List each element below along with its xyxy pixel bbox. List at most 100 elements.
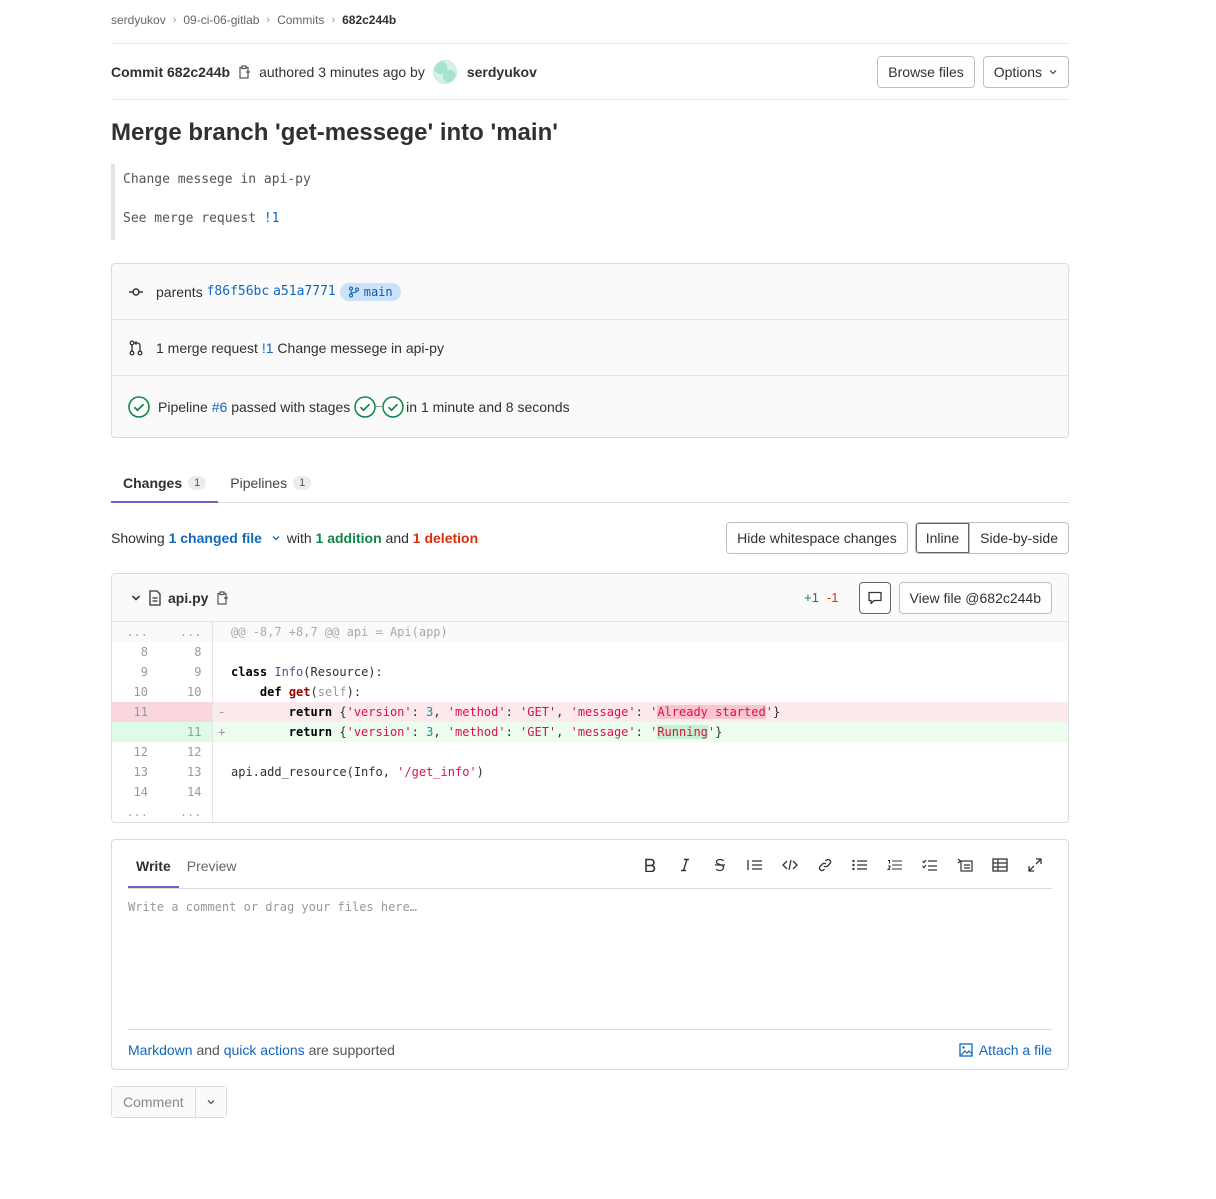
- line-number-old[interactable]: 9: [112, 662, 162, 682]
- browse-files-button[interactable]: Browse files: [877, 55, 975, 88]
- branch-name: main: [363, 284, 393, 299]
- toggle-comments-button[interactable]: [858, 581, 891, 614]
- line-number-new[interactable]: 8: [162, 642, 213, 662]
- comment-textarea[interactable]: [128, 889, 1052, 1029]
- quote-icon[interactable]: [737, 856, 772, 874]
- copy-icon[interactable]: [217, 590, 229, 605]
- tab-count: 1: [293, 476, 312, 490]
- line-number-old[interactable]: 10: [112, 682, 162, 702]
- line-number-old[interactable]: 13: [112, 762, 162, 782]
- line-number-new[interactable]: 14: [162, 782, 213, 802]
- changed-files-label: 1 changed file: [168, 530, 262, 546]
- and-text: and: [385, 530, 409, 546]
- diff-line: 10 10 def get(self):: [112, 682, 1068, 702]
- bold-icon[interactable]: [632, 856, 667, 874]
- table-icon[interactable]: [982, 856, 1017, 874]
- and-text: and: [196, 1041, 220, 1058]
- line-number-new[interactable]: 12: [162, 742, 213, 762]
- collapsible-section-icon[interactable]: [947, 856, 982, 874]
- tab-changes[interactable]: Changes 1: [111, 463, 218, 503]
- line-number-old[interactable]: 11: [112, 702, 162, 722]
- view-file-button[interactable]: View file @682c244b: [898, 581, 1052, 614]
- hide-whitespace-button[interactable]: Hide whitespace changes: [726, 522, 908, 554]
- line-number-old[interactable]: 8: [112, 642, 162, 662]
- line-number-new[interactable]: 9: [162, 662, 213, 682]
- line-number-new[interactable]: 13: [162, 762, 213, 782]
- task-list-icon[interactable]: [912, 856, 947, 874]
- breadcrumb-project[interactable]: 09-ci-06-gitlab: [183, 13, 259, 27]
- line-number-new[interactable]: 11: [162, 722, 213, 742]
- fullscreen-icon[interactable]: [1017, 856, 1052, 874]
- markdown-link[interactable]: Markdown: [128, 1042, 193, 1058]
- with-text: with: [286, 530, 312, 546]
- stage-success-icon[interactable]: [354, 395, 376, 418]
- comment-split-button: Comment: [111, 1086, 227, 1118]
- line-number-new[interactable]: 10: [162, 682, 213, 702]
- line-number-old[interactable]: 14: [112, 782, 162, 802]
- strikethrough-icon[interactable]: [702, 856, 737, 874]
- attach-file-button[interactable]: Attach a file: [959, 1042, 1052, 1058]
- removed-marker: -: [212, 702, 231, 722]
- inline-view-button[interactable]: Inline: [914, 522, 971, 554]
- breadcrumb-commits[interactable]: Commits: [277, 13, 324, 27]
- side-by-side-button[interactable]: Side-by-side: [970, 522, 1069, 554]
- commit-icon: [129, 287, 143, 296]
- diff-line: 8 8: [112, 642, 1068, 662]
- numbered-list-icon[interactable]: [877, 856, 912, 874]
- tab-preview[interactable]: Preview: [179, 858, 245, 888]
- tab-label: Changes: [123, 475, 183, 491]
- commit-title: Merge branch 'get-messege' into 'main': [111, 119, 558, 146]
- lines-removed: -1: [826, 590, 839, 605]
- authored-text: authored 3 minutes ago by: [259, 63, 425, 80]
- link-icon[interactable]: [807, 856, 842, 874]
- pipeline-label: Pipeline: [158, 398, 208, 415]
- code-line: api.add_resource(Info, '/get_info'): [231, 765, 484, 779]
- line-number-old[interactable]: [112, 722, 162, 742]
- comment-options-dropdown[interactable]: [195, 1087, 226, 1117]
- merge-request-link[interactable]: !1: [262, 340, 274, 356]
- quick-actions-link[interactable]: quick actions: [224, 1042, 305, 1058]
- commit-info-box: parents f86f56bc a51a7771 main 1 merge r…: [111, 263, 1069, 438]
- file-name[interactable]: api.py: [168, 590, 208, 606]
- tab-write[interactable]: Write: [128, 858, 179, 888]
- code-icon[interactable]: [772, 856, 807, 874]
- changed-files-dropdown[interactable]: 1 changed file: [169, 530, 283, 546]
- merge-request-link[interactable]: !1: [264, 211, 280, 226]
- branch-badge[interactable]: main: [339, 282, 401, 301]
- italic-icon[interactable]: [667, 856, 702, 874]
- diff-line-removed: 11 - return {'version': 3, 'method': 'GE…: [112, 702, 1068, 722]
- options-button[interactable]: Options: [982, 55, 1069, 88]
- avatar[interactable]: [432, 59, 457, 84]
- code-line: return {'version': 3, 'method': 'GET', '…: [231, 702, 1068, 722]
- parents-label: parents: [156, 283, 203, 300]
- parent-link[interactable]: a51a7771: [273, 284, 336, 299]
- expand-lines[interactable]: ...: [112, 802, 162, 822]
- image-icon: [959, 1042, 973, 1057]
- diff-hunk-row: ... ... @@ -8,7 +8,7 @@ api = Api(app): [112, 622, 1068, 642]
- stage-success-icon[interactable]: [382, 395, 404, 418]
- line-number-new[interactable]: [162, 702, 213, 722]
- chevron-down-icon[interactable]: [130, 592, 142, 604]
- merge-request-title: Change messege in api-py: [277, 339, 444, 356]
- line-number-old[interactable]: 12: [112, 742, 162, 762]
- breadcrumb-user[interactable]: serdyukov: [111, 13, 166, 27]
- chevron-down-icon: [1049, 69, 1057, 74]
- merge-request-count: 1 merge request: [156, 339, 258, 356]
- additions-count: 1 addition: [315, 530, 382, 546]
- line-number-new: ...: [162, 622, 213, 642]
- expand-lines[interactable]: ...: [162, 802, 213, 822]
- description-line: See merge request !1: [123, 209, 1069, 229]
- copy-icon[interactable]: [239, 64, 251, 79]
- pipeline-link[interactable]: #6: [212, 399, 228, 415]
- breadcrumb-current[interactable]: 682c244b: [342, 13, 396, 27]
- bullet-list-icon[interactable]: [842, 856, 877, 874]
- markdown-toolbar: [632, 856, 1052, 888]
- status-success-icon[interactable]: [128, 395, 150, 418]
- parents-row: parents f86f56bc a51a7771 main: [112, 264, 1068, 320]
- tab-pipelines[interactable]: Pipelines 1: [218, 463, 323, 503]
- author-name[interactable]: serdyukov: [467, 64, 537, 80]
- comment-submit-button[interactable]: Comment: [112, 1087, 196, 1117]
- chevron-right-icon: ›: [331, 14, 336, 26]
- showing-text: Showing: [111, 530, 165, 546]
- parent-link[interactable]: f86f56bc: [207, 284, 270, 299]
